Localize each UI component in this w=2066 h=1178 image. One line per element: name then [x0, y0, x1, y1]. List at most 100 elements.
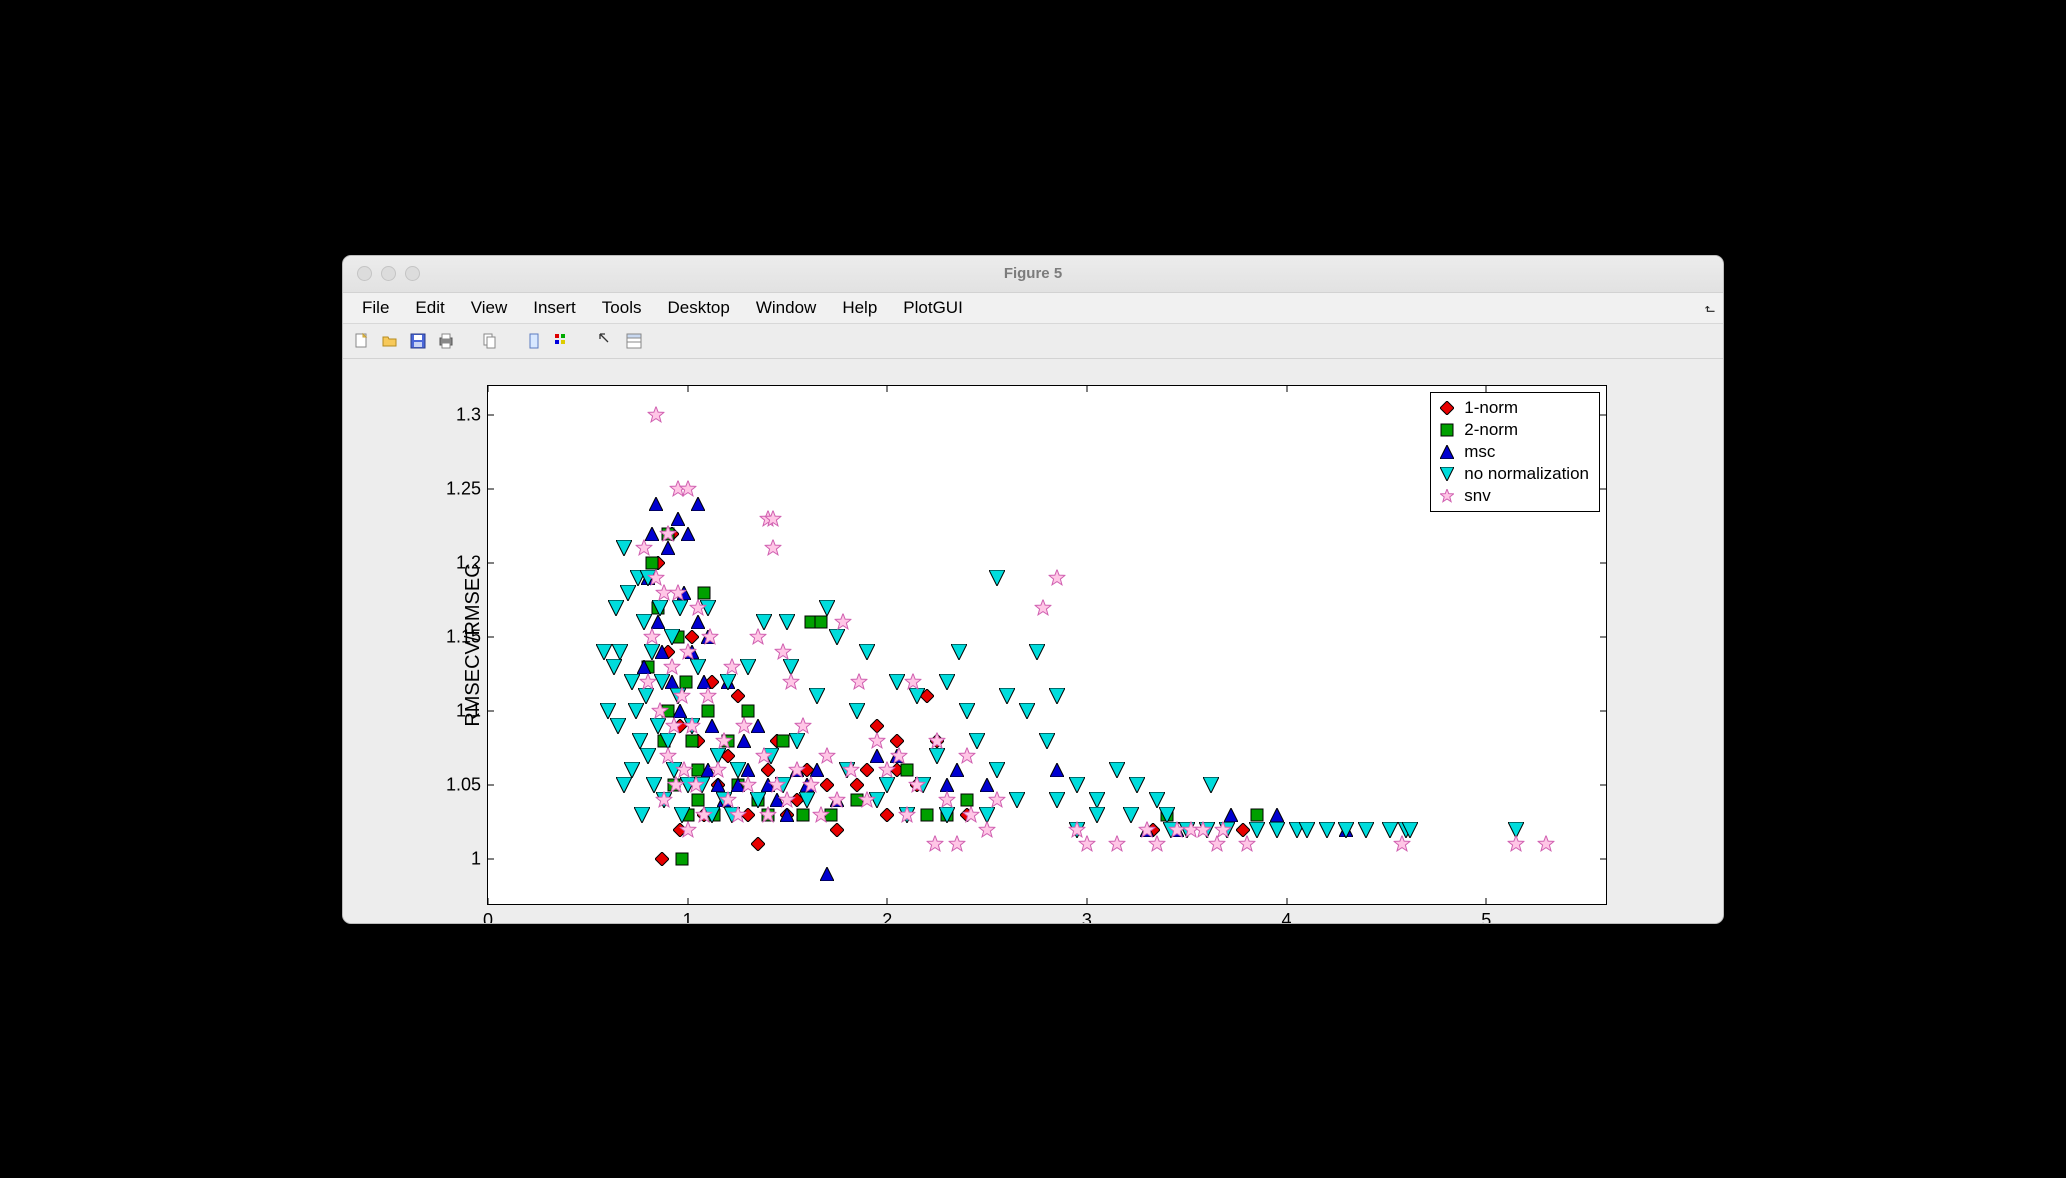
data-point: [637, 660, 651, 674]
data-point: [1203, 777, 1219, 793]
data-point: [739, 777, 756, 794]
legend-label: no normalization: [1464, 464, 1589, 484]
data-point: [783, 673, 800, 690]
data-point: [628, 703, 644, 719]
new-figure-icon[interactable]: [351, 330, 373, 352]
data-point: [765, 540, 782, 557]
zoom-window-dot[interactable]: [405, 266, 420, 281]
data-point: [979, 821, 996, 838]
data-point: [643, 629, 660, 646]
data-point: [809, 688, 825, 704]
data-point: [813, 806, 830, 823]
data-point: [1048, 569, 1065, 586]
legend-entry[interactable]: 1-norm: [1437, 397, 1589, 419]
data-point: [697, 675, 711, 689]
dock-icon[interactable]: ↲: [1701, 304, 1717, 312]
data-point: [1394, 836, 1411, 853]
close-window-dot[interactable]: [357, 266, 372, 281]
data-point: [1358, 822, 1374, 838]
data-point: [989, 570, 1005, 586]
data-point: [959, 747, 976, 764]
data-point: [1089, 792, 1105, 808]
data-point: [709, 762, 726, 779]
data-point: [905, 673, 922, 690]
data-point: [664, 629, 680, 645]
data-point: [909, 688, 925, 704]
data-point: [1049, 792, 1065, 808]
data-point: [600, 703, 616, 719]
axes[interactable]: 1-norm2-normmscno normalizationsnv 11.05…: [487, 385, 1607, 905]
save-icon[interactable]: [407, 330, 429, 352]
data-point: [829, 791, 846, 808]
link-axes-icon[interactable]: [523, 330, 545, 352]
open-icon[interactable]: [379, 330, 401, 352]
minimize-window-dot[interactable]: [381, 266, 396, 281]
data-point: [749, 629, 766, 646]
insert-colorbar-icon[interactable]: [551, 330, 573, 352]
toolbar: [343, 324, 1723, 359]
data-point: [820, 778, 834, 792]
data-point: [909, 777, 926, 794]
data-point: [963, 806, 980, 823]
data-point: [695, 806, 712, 823]
data-point: [751, 837, 765, 851]
data-point: [735, 717, 752, 734]
data-point: [675, 852, 689, 866]
figure-window: Figure 5 FileEditViewInsertToolsDesktopW…: [342, 255, 1724, 924]
legend[interactable]: 1-norm2-normmscno normalizationsnv: [1430, 392, 1600, 512]
legend-entry[interactable]: msc: [1437, 441, 1589, 463]
data-point: [697, 586, 711, 600]
legend-marker-icon: [1437, 486, 1457, 506]
y-tick-label: 1.25: [446, 479, 488, 500]
data-point: [691, 497, 705, 511]
legend-marker-icon: [1437, 464, 1457, 484]
menu-edit[interactable]: Edit: [404, 295, 455, 321]
menu-help[interactable]: Help: [831, 295, 888, 321]
x-tick-label: 3: [1082, 904, 1092, 924]
data-point: [663, 658, 680, 675]
data-point: [1238, 836, 1255, 853]
data-point: [720, 674, 736, 690]
data-point: [612, 644, 628, 660]
data-point: [820, 867, 834, 881]
data-point: [606, 659, 622, 675]
menu-desktop[interactable]: Desktop: [656, 295, 740, 321]
data-point: [819, 747, 836, 764]
data-point: [850, 778, 864, 792]
legend-entry[interactable]: snv: [1437, 485, 1589, 507]
data-point: [891, 747, 908, 764]
data-point: [639, 673, 656, 690]
print-preview-icon[interactable]: [479, 330, 501, 352]
data-point: [940, 778, 954, 792]
data-point: [673, 688, 690, 705]
data-point: [1299, 822, 1315, 838]
menu-plotgui[interactable]: PlotGUI: [892, 295, 974, 321]
legend-marker-icon: [1437, 442, 1457, 462]
data-point: [596, 644, 612, 660]
property-inspector-icon[interactable]: [623, 330, 645, 352]
figure-area: 1-norm2-normmscno normalizationsnv 11.05…: [343, 359, 1723, 923]
data-point: [849, 703, 865, 719]
data-point: [835, 614, 852, 631]
menu-insert[interactable]: Insert: [522, 295, 587, 321]
edit-plot-icon[interactable]: [595, 330, 617, 352]
data-point: [843, 762, 860, 779]
data-point: [659, 525, 676, 542]
data-point: [672, 600, 688, 616]
data-point: [819, 600, 835, 616]
data-point: [652, 600, 668, 616]
data-point: [690, 659, 706, 675]
data-point: [669, 584, 686, 601]
menu-tools[interactable]: Tools: [591, 295, 653, 321]
data-point: [683, 717, 700, 734]
x-tick-label: 5: [1481, 904, 1491, 924]
data-point: [1019, 703, 1035, 719]
legend-entry[interactable]: no normalization: [1437, 463, 1589, 485]
legend-entry[interactable]: 2-norm: [1437, 419, 1589, 441]
menu-view[interactable]: View: [460, 295, 519, 321]
print-icon[interactable]: [435, 330, 457, 352]
menu-window[interactable]: Window: [745, 295, 827, 321]
data-point: [859, 644, 875, 660]
menu-file[interactable]: File: [351, 295, 400, 321]
data-point: [951, 644, 967, 660]
